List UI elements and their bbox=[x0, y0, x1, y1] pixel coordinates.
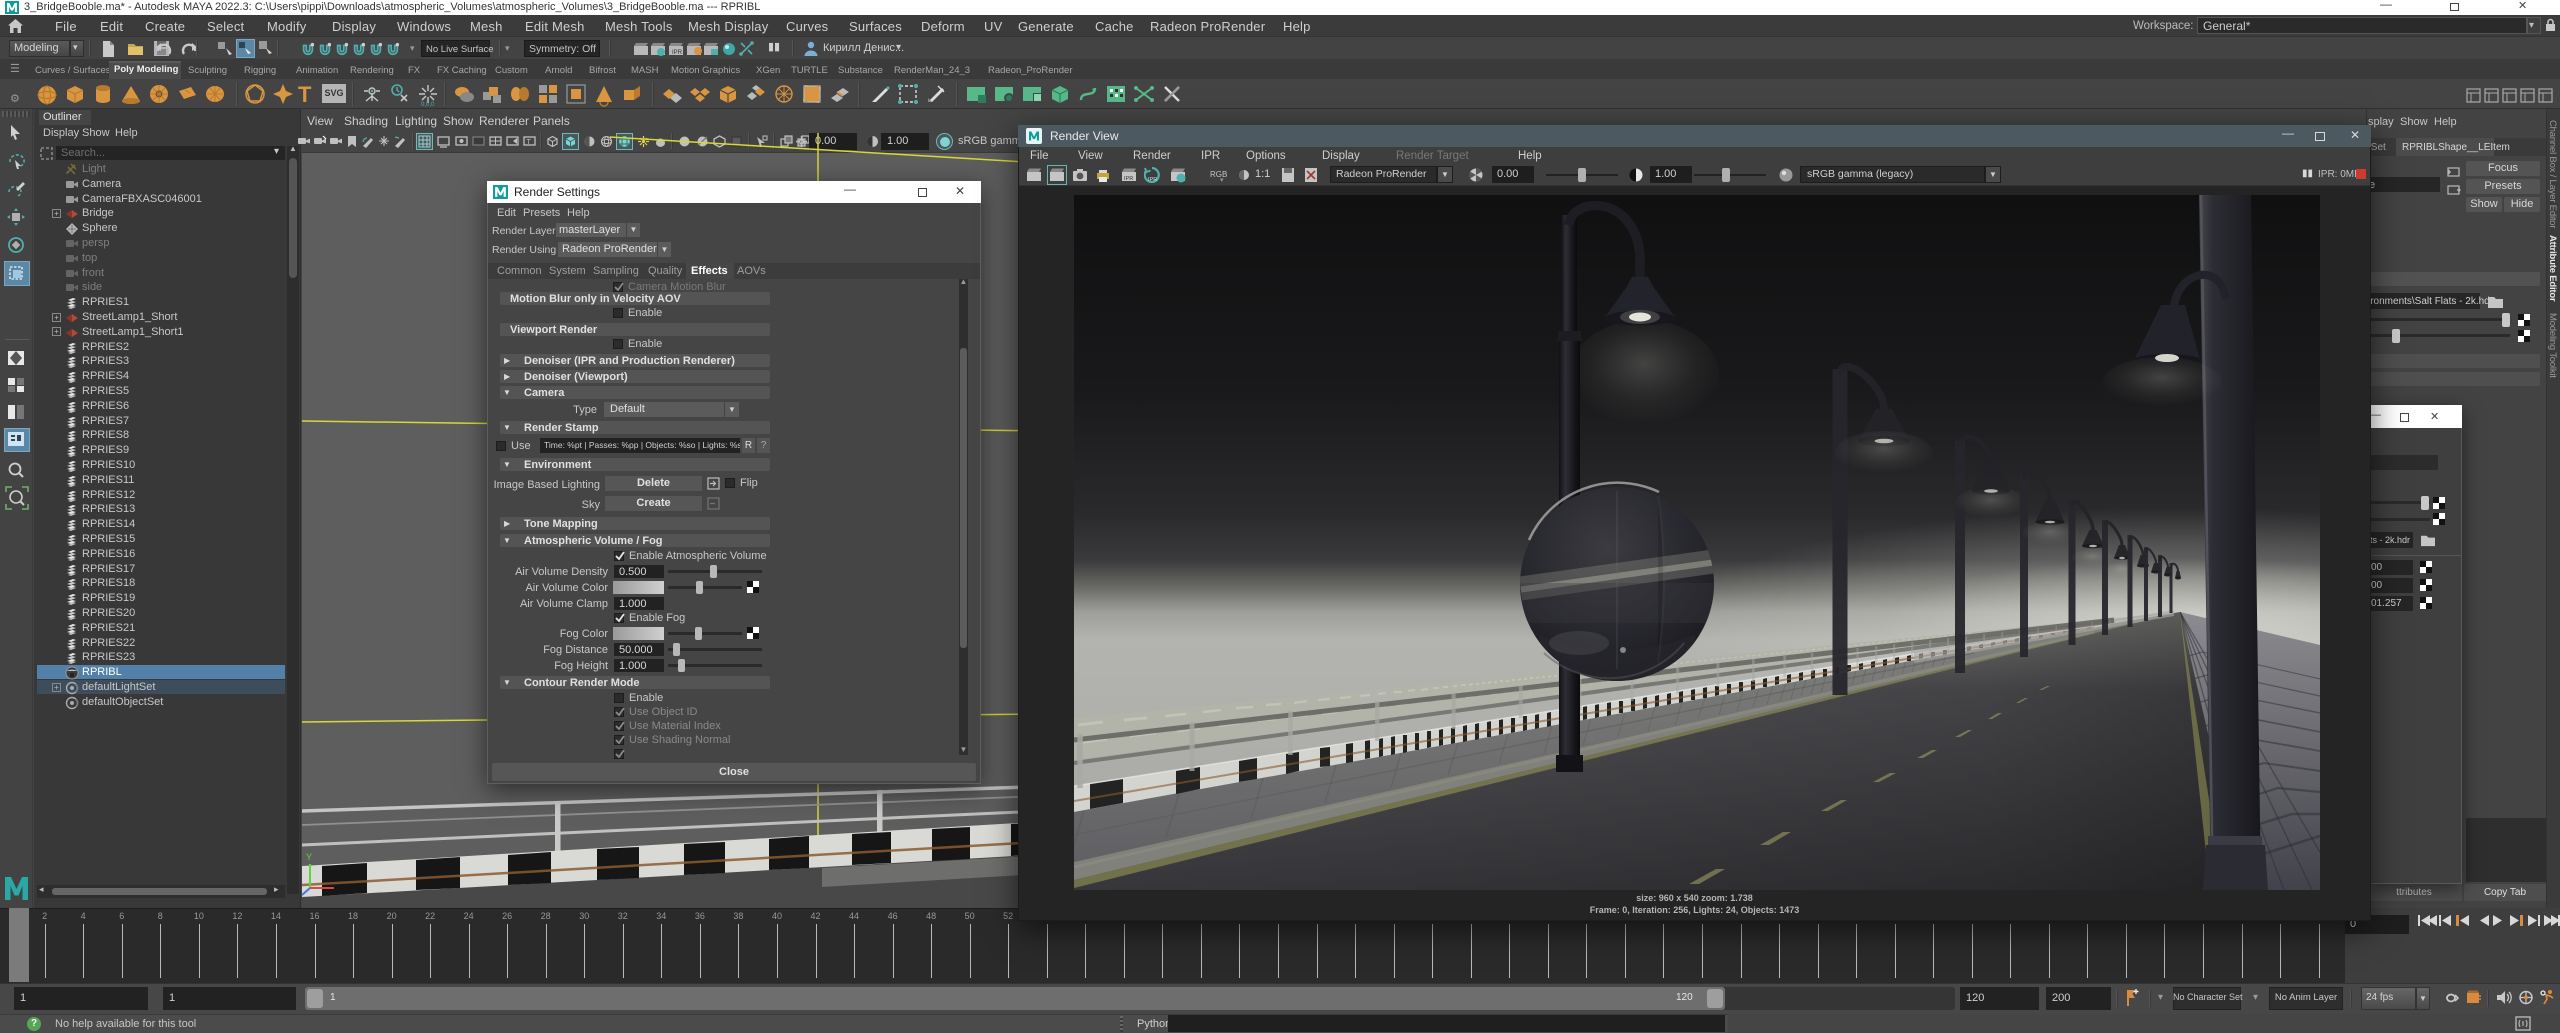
svg-text:IPR: IPR bbox=[1148, 177, 1157, 183]
svg-text:IPR: IPR bbox=[672, 50, 683, 56]
svg-text:IPR: IPR bbox=[1124, 176, 1133, 182]
svg-text:Y: Y bbox=[306, 852, 312, 862]
svg-text:0,0,0: 0,0,0 bbox=[421, 102, 435, 107]
